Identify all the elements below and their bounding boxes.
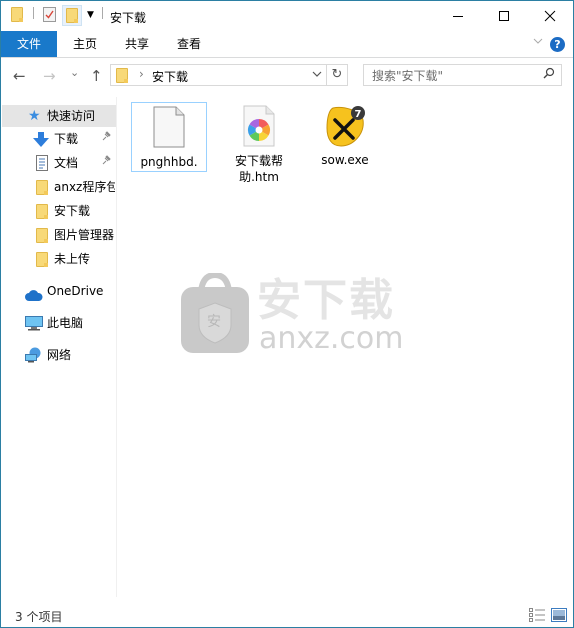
maximize-button[interactable]	[481, 1, 527, 31]
sidebar-item-this-pc[interactable]: 此电脑	[1, 312, 115, 334]
sidebar-item-documents[interactable]: 文档	[1, 152, 115, 174]
folder-icon	[116, 68, 128, 83]
sidebar-item-downloads[interactable]: 下载	[1, 128, 115, 150]
navigation-bar: ← → ⌄ ↑ › 安下载 ↻	[1, 58, 573, 95]
new-folder-icon[interactable]	[62, 5, 82, 26]
forward-button[interactable]: →	[43, 67, 56, 85]
computer-icon	[25, 316, 43, 334]
address-bar[interactable]: › 安下载	[110, 64, 327, 86]
recent-locations-dropdown[interactable]: ⌄	[70, 66, 79, 79]
expand-ribbon-chevron-icon[interactable]	[533, 37, 543, 48]
separator	[33, 7, 34, 19]
sidebar-item-not-uploaded[interactable]: 未上传	[1, 248, 115, 270]
svg-text:7: 7	[355, 109, 362, 120]
item-count: 3 个项目	[15, 610, 63, 624]
sidebar-item-network[interactable]: 网络	[1, 344, 115, 366]
search-icon[interactable]	[543, 67, 555, 84]
window-title: 安下载	[110, 11, 147, 25]
title-bar: ▼ 安下载	[1, 1, 573, 31]
sidebar-item-label: anxz程序包	[54, 180, 115, 194]
customize-toolbar-dropdown[interactable]: ▼	[87, 10, 94, 20]
file-item-help-htm[interactable]: 安下载帮 助.htm	[221, 102, 297, 185]
folder-icon	[36, 228, 48, 243]
exe-app-icon: 7	[323, 104, 367, 148]
folder-icon	[36, 204, 48, 219]
ribbon-tabs: 文件 主页 共享 查看 ?	[1, 31, 573, 58]
window-folder-icon	[11, 7, 23, 22]
properties-icon[interactable]	[43, 7, 56, 22]
sidebar-item-anxz-package[interactable]: anxz程序包	[1, 176, 115, 198]
help-icon[interactable]: ?	[550, 37, 565, 52]
sidebar-item-label: 此电脑	[47, 316, 84, 330]
sidebar-item-label: 文档	[54, 156, 79, 170]
separator	[102, 7, 103, 19]
watermark-badge: 安	[207, 314, 221, 330]
refresh-button[interactable]: ↻	[326, 64, 348, 86]
tab-view[interactable]: 查看	[167, 31, 211, 57]
breadcrumb-separator[interactable]: ›	[139, 67, 144, 81]
close-button[interactable]	[527, 1, 573, 31]
document-icon	[36, 155, 48, 174]
file-name: pnghhbd.	[140, 155, 198, 169]
watermark: 安 安下载 anxz.com	[181, 273, 421, 357]
sidebar-item-label: OneDrive	[47, 284, 104, 298]
file-list: pnghhbd. 安下载帮 助.htm 7 sow.exe 安 安下载 anxz…	[117, 97, 573, 597]
file-item-sow-exe[interactable]: 7 sow.exe	[307, 102, 383, 168]
file-item-pnghhbd[interactable]: pnghhbd.	[131, 102, 207, 172]
large-icons-view-icon[interactable]	[551, 608, 567, 625]
download-icon	[33, 132, 49, 150]
html-file-icon	[241, 105, 277, 147]
up-button[interactable]: ↑	[90, 67, 103, 85]
explorer-window: ▼ 安下载 文件 主页 共享 查看 ? ← → ⌄ ↑ › 安下载 ↻ 搜索"安…	[0, 0, 574, 628]
pin-icon	[101, 152, 111, 174]
cloud-icon	[25, 286, 43, 302]
file-name: sow.exe	[321, 153, 369, 167]
minimize-button[interactable]	[435, 1, 481, 31]
search-box	[363, 64, 562, 86]
star-icon: ★	[28, 108, 41, 124]
back-button[interactable]: ←	[13, 67, 26, 85]
folder-icon	[36, 180, 48, 195]
network-icon	[25, 347, 43, 366]
sidebar-item-label: 安下载	[54, 204, 91, 218]
file-name-line2: 助.htm	[239, 170, 279, 184]
navigation-pane: ★ 快速访问 下载 文档 anxz程序包 安下载 图片管理器 未上传 OneDr…	[1, 97, 117, 597]
folder-icon	[36, 252, 48, 267]
file-name-line1: 安下载帮	[234, 154, 283, 168]
breadcrumb-current[interactable]: 安下载	[152, 68, 188, 85]
pin-icon	[101, 128, 111, 150]
tab-file[interactable]: 文件	[1, 31, 57, 57]
sidebar-item-onedrive[interactable]: OneDrive	[1, 280, 115, 302]
sidebar-item-label: 下载	[54, 132, 79, 146]
sidebar-item-label: 快速访问	[47, 109, 96, 123]
sidebar-item-label: 图片管理器	[54, 228, 115, 242]
details-view-icon[interactable]	[529, 608, 545, 625]
status-bar: 3 个项目	[1, 605, 573, 627]
watermark-title: 安下载	[257, 275, 395, 326]
sidebar-item-image-manager[interactable]: 图片管理器	[1, 224, 115, 246]
blank-file-icon	[153, 106, 185, 148]
sidebar-item-quick-access[interactable]: ★ 快速访问	[2, 105, 116, 127]
tab-home[interactable]: 主页	[63, 31, 107, 57]
sidebar-item-anxiazai[interactable]: 安下载	[1, 200, 115, 222]
sidebar-item-label: 网络	[47, 348, 72, 362]
tab-share[interactable]: 共享	[115, 31, 159, 57]
watermark-subtitle: anxz.com	[259, 321, 404, 356]
sidebar-item-label: 未上传	[54, 252, 91, 266]
search-input[interactable]	[370, 66, 544, 86]
address-history-dropdown[interactable]	[312, 67, 322, 84]
